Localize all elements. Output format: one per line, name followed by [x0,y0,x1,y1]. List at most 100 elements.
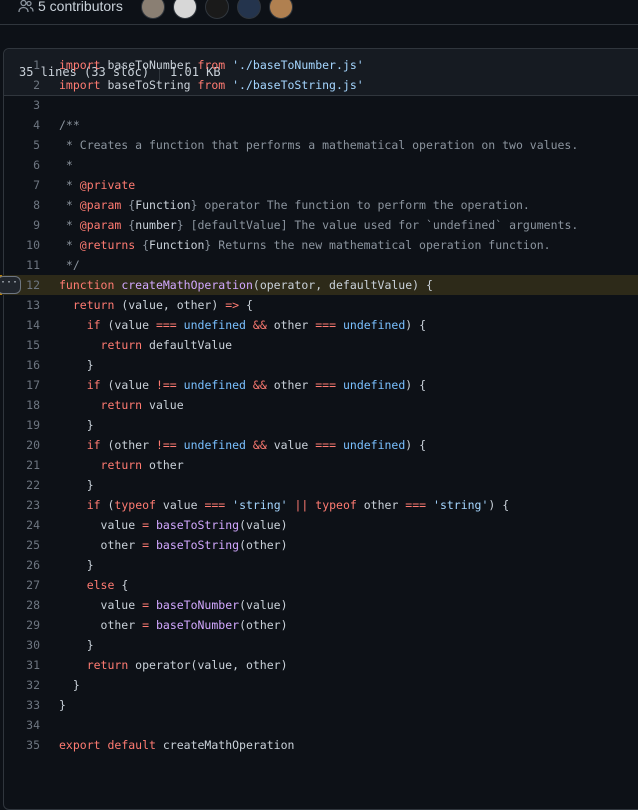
contributor-avatar[interactable] [205,0,229,19]
code-token: = [142,598,150,612]
code-listing: 1 import baseToNumber from './baseToNumbe… [0,55,638,755]
code-line: 3 [0,95,638,115]
line-number[interactable]: 27 [0,575,40,595]
code-token: (value [100,318,156,332]
line-number[interactable]: 34 [0,715,40,735]
line-number[interactable]: 4 [0,115,40,135]
line-number[interactable]: 32 [0,675,40,695]
code-token: function [59,278,115,292]
code-token: = [142,618,150,632]
line-number[interactable]: 24 [0,515,40,535]
code-line: 9 * @param {number} [defaultValue] The v… [0,215,638,235]
code-token: } [defaultValue] The value used for `und… [176,218,579,232]
code-token: undefined [342,318,406,332]
contributor-avatar[interactable] [237,0,261,19]
line-number[interactable]: 22 [0,475,40,495]
code-text: * @private [59,175,135,195]
line-number[interactable]: 1 [0,55,40,75]
line-number[interactable]: 14 [0,315,40,335]
code-token: } [59,698,66,712]
contributors-link[interactable]: 5 contributors [18,0,123,14]
line-number[interactable]: 25 [0,535,40,555]
line-number[interactable]: 17 [0,375,40,395]
code-token: } [59,638,94,652]
code-token: === [405,498,427,512]
line-number[interactable]: 28 [0,595,40,615]
code-token: ) { [405,438,427,452]
line-number[interactable]: 9 [0,215,40,235]
line-number[interactable]: 30 [0,635,40,655]
code-token: { [239,298,253,312]
line-number[interactable]: 13 [0,295,40,315]
line-number[interactable]: 8 [0,195,40,215]
line-number[interactable]: 20 [0,435,40,455]
code-token: { [121,198,136,212]
code-line: 30 } [0,635,638,655]
kebab-horizontal-icon[interactable]: ··· [0,276,21,294]
code-text: * Creates a function that performs a mat… [59,135,578,155]
code-token: ) { [488,498,510,512]
people-icon [18,0,34,13]
code-token: if [86,378,101,392]
code-token: === [315,318,337,332]
line-number[interactable]: 3 [0,95,40,115]
code-token: undefined [342,378,406,392]
code-line: 12 ··· function createMathOperation(operat… [0,275,638,295]
line-number[interactable]: 5 [0,135,40,155]
line-number[interactable]: 21 [0,455,40,475]
line-number[interactable]: 16 [0,355,40,375]
line-number[interactable]: 7 [0,175,40,195]
line-number[interactable]: 18 [0,395,40,415]
code-token: undefined [183,318,246,332]
code-token: { [121,218,136,232]
line-number[interactable]: 31 [0,655,40,675]
contributor-avatars [141,0,293,19]
code-token: value [59,518,143,532]
line-number[interactable]: 29 [0,615,40,635]
code-text: if (value !== undefined && other === und… [59,375,426,395]
code-token: } Returns the new mathematical operation… [204,238,551,252]
line-number[interactable]: 2 [0,75,40,95]
code-token: baseToString [100,78,198,92]
code-token: && [252,318,267,332]
code-line: 25 other = baseToString(other) [0,535,638,555]
code-text: if (typeof value === 'string' || typeof … [59,495,509,515]
code-token: return [86,658,129,672]
code-token: = [142,518,150,532]
code-token: (value, other) [114,298,226,312]
code-token: undefined [183,378,246,392]
line-number[interactable]: 26 [0,555,40,575]
contributor-avatar[interactable] [141,0,165,19]
code-token: (value) [239,518,288,532]
line-number[interactable]: 15 [0,335,40,355]
code-token: === [155,318,177,332]
code-token: from [197,78,226,92]
contributor-avatar[interactable] [269,0,293,19]
line-number[interactable]: 35 [0,735,40,755]
code-line: 7 * @private [0,175,638,195]
code-line: 31 return operator(value, other) [0,655,638,675]
code-text: } [59,675,80,695]
code-token: return [100,338,143,352]
code-token: import [59,58,101,72]
line-number[interactable]: 6 [0,155,40,175]
code-token: = [142,538,150,552]
line-number[interactable]: 10 [0,235,40,255]
code-token: @param [79,218,122,232]
line-number[interactable]: 33 [0,695,40,715]
code-token: && [252,438,267,452]
code-token: } [59,358,94,372]
contributor-avatar[interactable] [173,0,197,19]
code-line: 33} [0,695,638,715]
line-number[interactable]: 19 [0,415,40,435]
line-number[interactable]: 23 [0,495,40,515]
code-token: * [59,238,80,252]
line-number[interactable]: 11 [0,255,40,275]
code-line: 2 import baseToString from './baseToStrin… [0,75,638,95]
